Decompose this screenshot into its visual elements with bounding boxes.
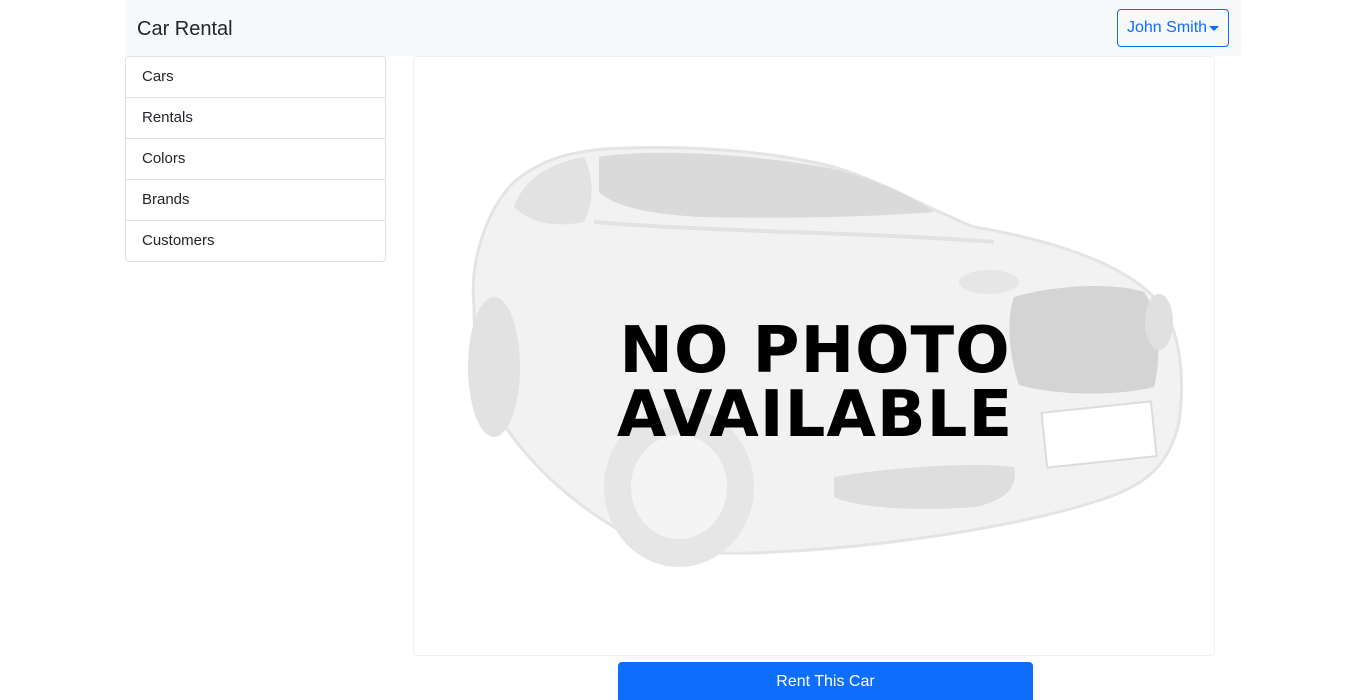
no-photo-line-2: AVAILABLE: [616, 378, 1014, 452]
sidebar-item-customers[interactable]: Customers: [126, 221, 385, 261]
sidebar-item-rentals[interactable]: Rentals: [126, 98, 385, 139]
user-menu-dropdown[interactable]: John Smith: [1117, 9, 1229, 47]
no-photo-label: NO PHOTO AVAILABLE: [414, 314, 1214, 452]
sidebar-list: Cars Rentals Colors Brands Customers: [125, 56, 386, 262]
car-photo-card: NO PHOTO AVAILABLE: [413, 56, 1215, 656]
user-menu-label: John Smith: [1127, 19, 1208, 36]
sidebar-item-colors[interactable]: Colors: [126, 139, 385, 180]
sidebar-item-brands[interactable]: Brands: [126, 180, 385, 221]
top-navbar: Car Rental John Smith: [125, 0, 1241, 56]
no-photo-line-1: NO PHOTO: [619, 314, 1011, 388]
caret-down-icon: [1209, 26, 1219, 31]
rent-car-button[interactable]: Rent This Car: [618, 662, 1033, 700]
brand-link[interactable]: Car Rental: [137, 17, 233, 41]
sidebar-item-cars[interactable]: Cars: [126, 57, 385, 98]
